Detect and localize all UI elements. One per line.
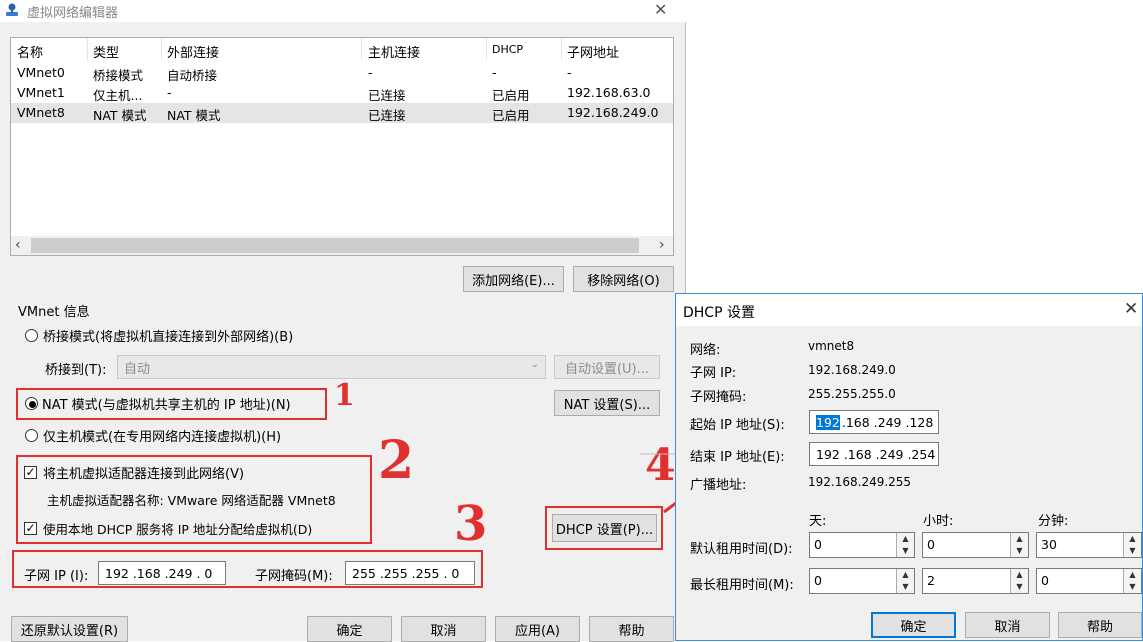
- default-lease-hours-stepper[interactable]: 0 ▲ ▼: [922, 532, 1029, 558]
- stepper-down-icon[interactable]: ▼: [1011, 581, 1028, 593]
- max-lease-label: 最长租用时间(M):: [690, 578, 794, 593]
- minutes-header: 分钟:: [1038, 514, 1069, 529]
- stepper-down-icon[interactable]: ▼: [897, 581, 914, 593]
- stepper-value: 30: [1041, 537, 1057, 552]
- default-lease-days-stepper[interactable]: 0 ▲ ▼: [809, 532, 915, 558]
- stepper-down-icon[interactable]: ▼: [1011, 545, 1028, 557]
- stepper-up-icon[interactable]: ▲: [1124, 533, 1141, 545]
- dhcp-network-label: 网络:: [690, 343, 721, 358]
- dhcp-cancel-button[interactable]: 取消: [965, 612, 1050, 638]
- dhcp-network-value: vmnet8: [808, 339, 855, 353]
- dhcp-ok-button[interactable]: 确定: [871, 612, 956, 638]
- stepper-up-icon[interactable]: ▲: [1124, 569, 1141, 581]
- dhcp-settings-dialog: DHCP 设置 ✕ 网络: vmnet8 子网 IP: 192.168.249.…: [675, 293, 1143, 641]
- end-ip-input[interactable]: 192 .168 .249 .254: [809, 442, 939, 466]
- max-lease-hours-stepper[interactable]: 2 ▲ ▼: [922, 568, 1029, 594]
- start-ip-selected-octet: 192: [816, 414, 840, 430]
- stepper-down-icon[interactable]: ▼: [897, 545, 914, 557]
- stepper-value: 0: [814, 573, 822, 588]
- dhcp-help-button[interactable]: 帮助: [1058, 612, 1142, 638]
- stepper-down-icon[interactable]: ▼: [1124, 545, 1141, 557]
- stepper-up-icon[interactable]: ▲: [897, 533, 914, 545]
- start-ip-rest: .168 .249 .128: [841, 414, 934, 430]
- stepper-up-icon[interactable]: ▲: [1011, 569, 1028, 581]
- dhcp-subnet-ip-value: 192.168.249.0: [808, 363, 896, 377]
- stepper-value: 0: [814, 537, 822, 552]
- end-ip-label: 结束 IP 地址(E):: [690, 450, 785, 465]
- dhcp-dialog-title: DHCP 设置: [683, 305, 755, 321]
- stepper-value: 0: [927, 537, 935, 552]
- start-ip-label: 起始 IP 地址(S):: [690, 418, 785, 433]
- stepper-up-icon[interactable]: ▲: [1011, 533, 1028, 545]
- stepper-value: 0: [1041, 573, 1049, 588]
- days-header: 天:: [809, 514, 827, 529]
- dhcp-subnet-ip-label: 子网 IP:: [690, 366, 737, 381]
- start-ip-input[interactable]: 192 .168 .249 .128: [809, 410, 939, 434]
- dhcp-subnet-mask-label: 子网掩码:: [690, 390, 747, 405]
- stepper-value: 2: [927, 573, 935, 588]
- dhcp-close-icon[interactable]: ✕: [1124, 299, 1138, 319]
- stepper-down-icon[interactable]: ▼: [1124, 581, 1141, 593]
- default-lease-label: 默认租用时间(D):: [690, 542, 793, 557]
- default-lease-minutes-stepper[interactable]: 30 ▲ ▼: [1036, 532, 1142, 558]
- dhcp-title-bar: DHCP 设置 ✕: [676, 294, 1142, 326]
- max-lease-minutes-stepper[interactable]: 0 ▲ ▼: [1036, 568, 1142, 594]
- stepper-up-icon[interactable]: ▲: [897, 569, 914, 581]
- broadcast-value: 192.168.249.255: [808, 475, 912, 489]
- broadcast-label: 广播地址:: [690, 478, 747, 493]
- max-lease-days-stepper[interactable]: 0 ▲ ▼: [809, 568, 915, 594]
- dhcp-subnet-mask-value: 255.255.255.0: [808, 387, 896, 401]
- hours-header: 小时:: [923, 514, 954, 529]
